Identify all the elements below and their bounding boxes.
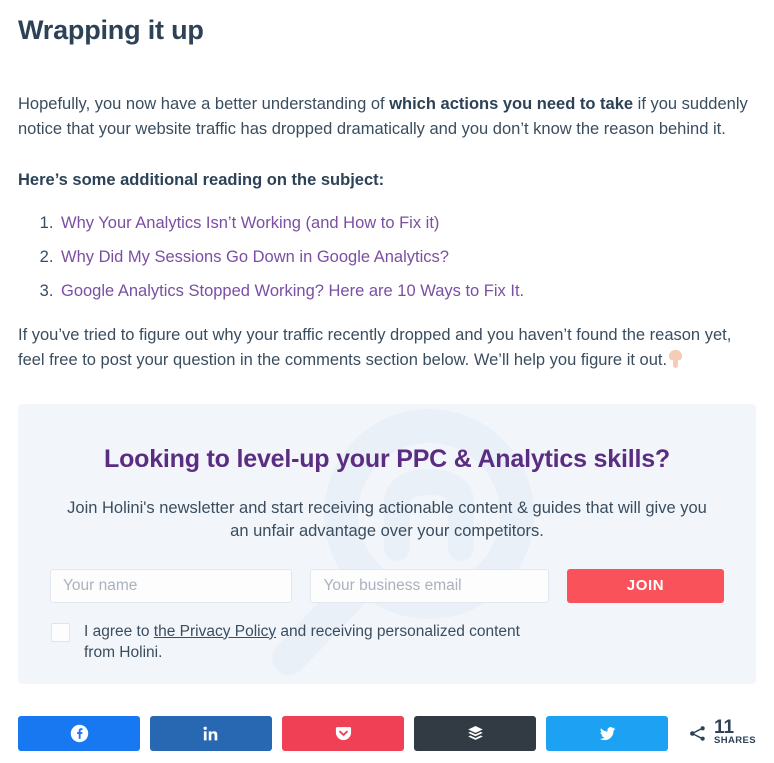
closing-paragraph: If you’ve tried to figure out why your t…	[18, 323, 756, 373]
reading-link-2[interactable]: Why Did My Sessions Go Down in Google An…	[61, 248, 449, 266]
share-network-icon	[690, 726, 705, 741]
list-item: Why Did My Sessions Go Down in Google An…	[58, 245, 756, 270]
social-share-bar: 11 SHARES	[18, 716, 758, 751]
privacy-policy-link[interactable]: the Privacy Policy	[154, 623, 276, 640]
intro-paragraph-pre: Hopefully, you now have a better underst…	[18, 95, 390, 114]
email-input[interactable]	[310, 568, 549, 603]
join-button[interactable]: JOIN	[567, 568, 724, 603]
reading-list: Why Your Analytics Isn’t Working (and Ho…	[18, 211, 756, 304]
share-button-linkedin[interactable]	[150, 716, 272, 751]
consent-row: I agree to the Privacy Policy and receiv…	[18, 621, 756, 663]
point-down-hand-icon	[668, 350, 683, 369]
share-button-pocket[interactable]	[282, 716, 404, 751]
share-button-twitter[interactable]	[546, 716, 668, 751]
share-button-buffer[interactable]	[414, 716, 536, 751]
consent-text-pre: I agree to	[84, 622, 154, 640]
share-count: 11 SHARES	[688, 717, 756, 747]
list-item: Google Analytics Stopped Working? Here a…	[58, 279, 756, 304]
newsletter-cta-box: Looking to level-up your PPC & Analytics…	[18, 404, 756, 685]
buffer-icon	[467, 726, 483, 740]
reading-link-3[interactable]: Google Analytics Stopped Working? Here a…	[61, 282, 524, 300]
cta-subtitle: Join Holini's newsletter and start recei…	[67, 498, 707, 540]
reading-link-1[interactable]: Why Your Analytics Isn’t Working (and Ho…	[61, 214, 439, 232]
name-input[interactable]	[50, 568, 293, 603]
consent-checkbox[interactable]	[51, 622, 70, 642]
share-count-label: SHARES	[714, 735, 756, 746]
intro-paragraph: Hopefully, you now have a better underst…	[18, 92, 756, 142]
reading-list-lead-in: Here’s some additional reading on the su…	[18, 171, 385, 190]
facebook-icon	[70, 724, 88, 743]
newsletter-form: JOIN	[18, 568, 756, 603]
share-count-number: 11	[714, 717, 735, 738]
list-item: Why Your Analytics Isn’t Working (and Ho…	[58, 211, 756, 236]
cta-title: Looking to level-up your PPC & Analytics…	[104, 445, 670, 474]
linkedin-icon	[203, 726, 218, 740]
page-title: Wrapping it up	[18, 15, 204, 45]
pocket-icon	[335, 727, 351, 741]
share-button-facebook[interactable]	[18, 716, 140, 751]
consent-label: I agree to the Privacy Policy and receiv…	[84, 621, 554, 663]
article-body: Wrapping it up Hopefully, you now have a…	[0, 0, 774, 373]
closing-paragraph-text: If you’ve tried to figure out why your t…	[18, 326, 732, 370]
twitter-icon	[599, 727, 615, 741]
intro-paragraph-emphasis: which actions you need to take	[389, 95, 634, 114]
